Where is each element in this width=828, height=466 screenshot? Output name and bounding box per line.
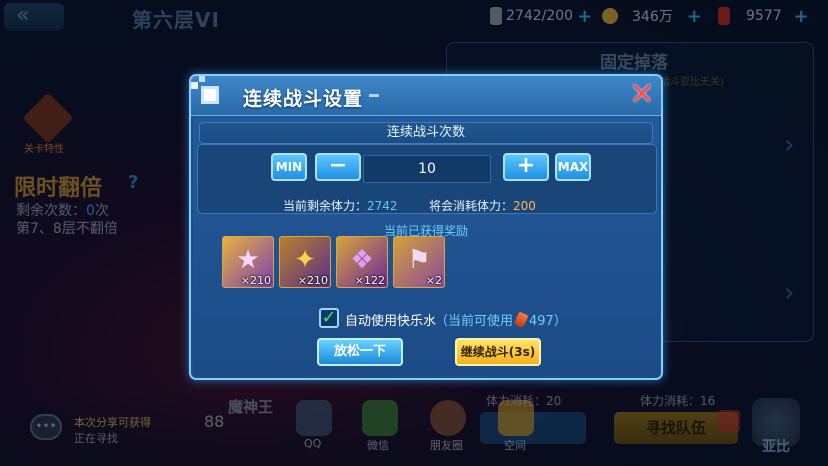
reward-item[interactable]: ⚑ ×2: [393, 236, 445, 288]
wings-icon: ❖: [350, 244, 374, 275]
continue-battle-button[interactable]: 继续战斗(3s): [455, 338, 541, 366]
relax-button[interactable]: 放松一下: [317, 338, 403, 366]
boots-icon: ⚑: [407, 244, 431, 275]
star-icon: ★: [236, 244, 260, 275]
potion-icon: ✦: [294, 244, 316, 275]
max-button[interactable]: MAX: [555, 153, 591, 181]
continuous-battle-dialog: 连续战斗设置 ✕ 连续战斗次数 MIN − 10 + MAX 当前剩余体力：27…: [189, 74, 663, 380]
stamina-cost: 将会消耗体力：200: [429, 199, 536, 213]
auto-use-label: 自动使用快乐水: [345, 314, 437, 329]
header-decoration-icon: [185, 72, 225, 112]
auto-use-checkbox[interactable]: ✓: [319, 308, 339, 328]
min-button[interactable]: MIN: [271, 153, 307, 181]
battle-count-header: 连续战斗次数: [199, 122, 653, 144]
reward-item[interactable]: ❖ ×122: [336, 236, 388, 288]
reward-item[interactable]: ✦ ×210: [279, 236, 331, 288]
title-decoration: [369, 94, 379, 97]
available-count: （当前可使用 497）: [435, 310, 567, 329]
minus-button[interactable]: −: [315, 153, 361, 181]
close-button[interactable]: ✕: [628, 80, 656, 110]
happy-water-icon: [513, 311, 529, 329]
remaining-stamina: 当前剩余体力：2742: [283, 199, 398, 213]
dialog-header: 连续战斗设置 ✕: [191, 76, 661, 116]
dialog-title: 连续战斗设置: [243, 88, 364, 110]
plus-button[interactable]: +: [503, 153, 549, 181]
battle-count-input[interactable]: 10: [363, 155, 491, 183]
reward-item[interactable]: ★ ×210: [222, 236, 274, 288]
